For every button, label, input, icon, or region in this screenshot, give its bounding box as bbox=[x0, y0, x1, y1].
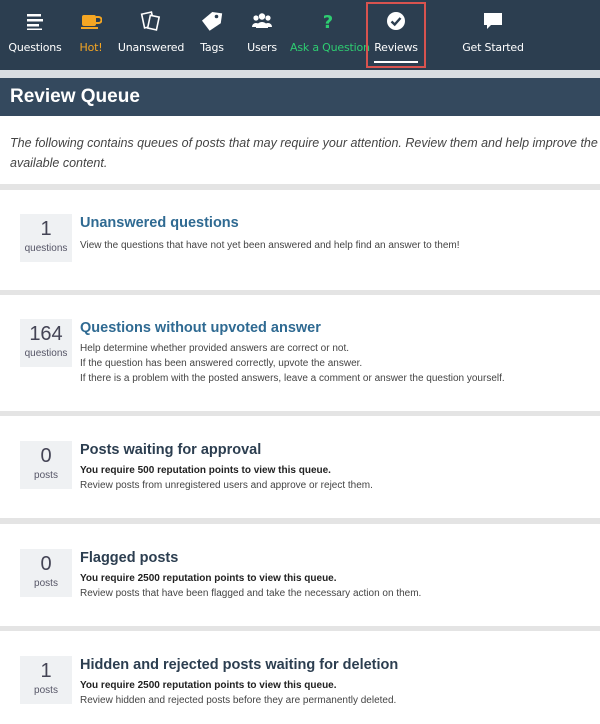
queue-count: 1 bbox=[40, 660, 52, 682]
description-line: Review posts that have been flagged and … bbox=[80, 588, 422, 599]
queue-count: 0 bbox=[40, 553, 52, 575]
queue-count-box: 0 posts bbox=[20, 441, 72, 489]
queue-title-link[interactable]: Unanswered questions bbox=[80, 215, 239, 231]
description-line: View the questions that have not yet bee… bbox=[80, 240, 460, 251]
intro-panel: The following contains queues of posts t… bbox=[0, 116, 600, 184]
nav-item-users[interactable]: Users bbox=[240, 0, 284, 70]
queue-card-unanswered: 1 questions Unanswered questions View th… bbox=[0, 190, 600, 290]
reputation-requirement: You require 2500 reputation points to vi… bbox=[80, 680, 337, 691]
queue-title: Flagged posts bbox=[80, 550, 179, 566]
nav-label-tags: Tags bbox=[200, 41, 224, 54]
description-line: Help determine whether provided answers … bbox=[80, 343, 350, 354]
queue-count-box: 1 posts bbox=[20, 656, 72, 704]
nav-item-unanswered[interactable]: Unanswered bbox=[116, 0, 186, 70]
queue-count-unit: posts bbox=[34, 685, 58, 696]
unanswered-cards-icon bbox=[140, 11, 161, 31]
queue-description: You require 500 reputation points to vie… bbox=[80, 463, 373, 493]
tag-icon bbox=[201, 11, 223, 31]
description-line: If there is a problem with the posted an… bbox=[80, 373, 505, 384]
queue-description: View the questions that have not yet bee… bbox=[80, 238, 460, 253]
queue-title: Hidden and rejected posts waiting for de… bbox=[80, 657, 399, 673]
queue-count-box: 0 posts bbox=[20, 549, 72, 597]
nav-item-hot[interactable]: Hot! bbox=[70, 0, 112, 70]
nav-label-ask-question: Ask a Question bbox=[290, 41, 370, 54]
queue-count: 164 bbox=[29, 323, 63, 345]
queue-description: You require 2500 reputation points to vi… bbox=[80, 571, 421, 601]
queue-card-hidden-rejected: 1 posts Hidden and rejected posts waitin… bbox=[0, 631, 600, 724]
queue-count: 1 bbox=[40, 218, 52, 240]
users-icon bbox=[252, 13, 272, 28]
page-title: Review Queue bbox=[10, 86, 140, 107]
queue-count: 0 bbox=[40, 445, 52, 467]
queue-count-unit: questions bbox=[24, 243, 68, 254]
nav-separator bbox=[0, 70, 600, 78]
reviews-highlight-frame bbox=[366, 2, 426, 68]
description-line: If the question has been answered correc… bbox=[80, 358, 363, 369]
queue-count-unit: questions bbox=[24, 348, 68, 359]
queue-count-unit: posts bbox=[34, 470, 58, 481]
description-line: Review hidden and rejected posts before … bbox=[80, 695, 397, 706]
intro-line-2: available content. bbox=[10, 156, 108, 170]
nav-item-ask-question[interactable]: ? Ask a Question bbox=[290, 0, 370, 70]
list-icon bbox=[27, 14, 43, 30]
question-mark-icon: ? bbox=[323, 12, 333, 32]
queue-description: You require 2500 reputation points to vi… bbox=[80, 678, 396, 708]
queue-count-box: 1 questions bbox=[20, 214, 72, 262]
nav-item-questions[interactable]: Questions bbox=[2, 0, 68, 70]
svg-text:?: ? bbox=[323, 12, 333, 32]
top-navigation: Questions Hot! Unanswered Tags Users ? A… bbox=[0, 0, 600, 70]
nav-label-unanswered: Unanswered bbox=[117, 41, 185, 54]
reputation-requirement: You require 2500 reputation points to vi… bbox=[80, 573, 337, 584]
intro-text: The following contains queues of posts t… bbox=[10, 133, 600, 173]
queue-card-flagged: 0 posts Flagged posts You require 2500 r… bbox=[0, 524, 600, 626]
intro-line-1: The following contains queues of posts t… bbox=[10, 136, 600, 150]
nav-label-questions: Questions bbox=[8, 41, 62, 54]
queue-title-link[interactable]: Questions without upvoted answer bbox=[80, 320, 321, 336]
nav-label-hot: Hot! bbox=[79, 41, 103, 54]
page-header: Review Queue bbox=[0, 78, 600, 116]
queue-card-waiting-approval: 0 posts Posts waiting for approval You r… bbox=[0, 416, 600, 518]
queue-count-unit: posts bbox=[34, 578, 58, 589]
coffee-cup-icon bbox=[81, 15, 102, 29]
reputation-requirement: You require 500 reputation points to vie… bbox=[80, 465, 331, 476]
nav-label-get-started: Get Started bbox=[462, 41, 524, 54]
nav-item-tags[interactable]: Tags bbox=[192, 0, 232, 70]
speech-bubble-icon bbox=[484, 13, 502, 29]
queue-card-without-upvoted-answer: 164 questions Questions without upvoted … bbox=[0, 295, 600, 411]
queue-title: Posts waiting for approval bbox=[80, 442, 262, 458]
queue-description: Help determine whether provided answers … bbox=[80, 341, 505, 386]
nav-label-users: Users bbox=[247, 41, 277, 54]
queue-count-box: 164 questions bbox=[20, 319, 72, 367]
description-line: Review posts from unregistered users and… bbox=[80, 480, 373, 491]
nav-item-get-started[interactable]: Get Started bbox=[458, 0, 528, 70]
